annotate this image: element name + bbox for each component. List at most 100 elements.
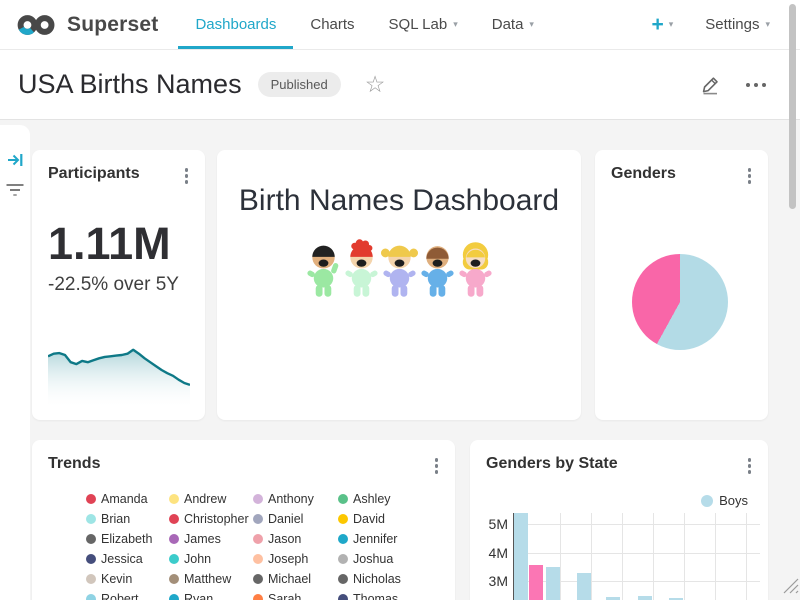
legend-item-anthony[interactable]: Anthony bbox=[253, 492, 314, 506]
nav-item-label: SQL Lab bbox=[389, 16, 448, 33]
legend-dot bbox=[253, 594, 263, 600]
legend-item-jessica[interactable]: Jessica bbox=[86, 552, 143, 566]
legend-item-amanda[interactable]: Amanda bbox=[86, 492, 148, 506]
caret-down-icon: ▾ bbox=[765, 20, 770, 29]
legend-dot bbox=[86, 554, 96, 564]
nav-item-data[interactable]: Data▾ bbox=[475, 0, 551, 49]
resize-handle[interactable] bbox=[781, 576, 800, 596]
legend-dot bbox=[338, 574, 348, 584]
bar-boys[interactable] bbox=[546, 567, 560, 600]
legend-item-john[interactable]: John bbox=[169, 552, 211, 566]
legend-label: Thomas bbox=[353, 592, 398, 600]
legend-item-joseph[interactable]: Joseph bbox=[253, 552, 308, 566]
big-number-subheader: -22.5% over 5Y bbox=[32, 266, 205, 296]
legend-item-elizabeth[interactable]: Elizabeth bbox=[86, 532, 152, 546]
expand-filter-bar-button[interactable] bbox=[6, 151, 24, 169]
y-axis-tick-label: 5M bbox=[482, 516, 508, 532]
gridline bbox=[591, 513, 592, 600]
legend-item-christopher[interactable]: Christopher bbox=[169, 512, 249, 526]
legend-item-jennifer[interactable]: Jennifer bbox=[338, 532, 397, 546]
legend-label: Ashley bbox=[353, 492, 391, 506]
gridline bbox=[684, 513, 685, 600]
legend-item-kevin[interactable]: Kevin bbox=[86, 572, 132, 586]
legend-item-brian[interactable]: Brian bbox=[86, 512, 130, 526]
nav-item-label: Charts bbox=[310, 16, 354, 33]
kid-figure bbox=[457, 238, 494, 300]
legend-label: Anthony bbox=[268, 492, 314, 506]
nav-item-sql-lab[interactable]: SQL Lab ▾ bbox=[372, 0, 475, 49]
legend-item-daniel[interactable]: Daniel bbox=[253, 512, 303, 526]
caret-down-icon: ▾ bbox=[669, 20, 674, 29]
legend-label: Daniel bbox=[268, 512, 303, 526]
legend-item-michael[interactable]: Michael bbox=[253, 572, 311, 586]
legend-item-ryan[interactable]: Ryan bbox=[169, 592, 213, 600]
card-trends: Trends AmandaAndrewAnthonyAshleyBrianChr… bbox=[32, 440, 455, 600]
pie-chart[interactable] bbox=[632, 254, 728, 350]
legend-item-matthew[interactable]: Matthew bbox=[169, 572, 231, 586]
legend-dot bbox=[169, 594, 179, 600]
bar-boys[interactable] bbox=[638, 596, 652, 600]
scrollbar-thumb[interactable] bbox=[789, 4, 796, 209]
resize-grip-icon bbox=[781, 576, 800, 596]
bar-girls[interactable] bbox=[529, 565, 543, 600]
bar-chart: 5M 4M 3M bbox=[470, 440, 768, 600]
nav-item-charts[interactable]: Charts bbox=[293, 0, 371, 49]
legend-item-nicholas[interactable]: Nicholas bbox=[338, 572, 401, 586]
y-axis-tick-label: 3M bbox=[482, 573, 508, 589]
title-actions bbox=[700, 74, 782, 96]
legend-item-andrew[interactable]: Andrew bbox=[169, 492, 226, 506]
y-axis-tick-label: 4M bbox=[482, 545, 508, 561]
card-menu-icon[interactable] bbox=[743, 165, 757, 187]
legend-label: Robert bbox=[101, 592, 139, 600]
legend-item-ashley[interactable]: Ashley bbox=[338, 492, 391, 506]
legend-label: Matthew bbox=[184, 572, 231, 586]
brand-name: Superset bbox=[67, 13, 158, 37]
legend-dot bbox=[253, 494, 263, 504]
gridline bbox=[622, 513, 623, 600]
legend-label: Jason bbox=[268, 532, 301, 546]
legend-label: Kevin bbox=[101, 572, 132, 586]
more-options-icon[interactable] bbox=[744, 79, 768, 91]
legend-label: Jessica bbox=[101, 552, 143, 566]
legend-label: Amanda bbox=[101, 492, 148, 506]
legend-dot bbox=[253, 554, 263, 564]
legend-item-jason[interactable]: Jason bbox=[253, 532, 301, 546]
legend-item-james[interactable]: James bbox=[169, 532, 221, 546]
legend-dot bbox=[86, 494, 96, 504]
legend-dot bbox=[338, 534, 348, 544]
legend-label: Elizabeth bbox=[101, 532, 152, 546]
card-participants: Participants 1.11M -22.5% over 5Y bbox=[32, 150, 205, 420]
gridline bbox=[560, 513, 561, 600]
legend-label: Sarah bbox=[268, 592, 301, 600]
settings-label: Settings bbox=[705, 16, 759, 33]
settings-menu[interactable]: Settings ▾ bbox=[705, 16, 770, 33]
caret-down-icon: ▾ bbox=[453, 20, 458, 29]
legend-item-joshua[interactable]: Joshua bbox=[338, 552, 393, 566]
legend-item-robert[interactable]: Robert bbox=[86, 592, 139, 600]
nav-item-dashboards[interactable]: Dashboards bbox=[178, 0, 293, 49]
legend-item-thomas[interactable]: Thomas bbox=[338, 592, 398, 600]
legend-label: Ryan bbox=[184, 592, 213, 600]
kid-figure bbox=[343, 238, 380, 300]
bar-boys[interactable] bbox=[577, 573, 591, 600]
navbar: Superset Dashboards Charts SQL Lab ▾ Data▾ +… bbox=[0, 0, 800, 50]
new-item-button[interactable]: + ▾ bbox=[651, 14, 673, 35]
favorite-star-icon[interactable]: ☆ bbox=[365, 73, 386, 96]
gridline bbox=[653, 513, 654, 600]
trendline-chart bbox=[48, 342, 190, 407]
brand[interactable]: Superset bbox=[16, 12, 158, 38]
legend-label: Joshua bbox=[353, 552, 393, 566]
legend-label: James bbox=[184, 532, 221, 546]
edit-dashboard-button[interactable] bbox=[700, 74, 722, 96]
legend-dot bbox=[86, 574, 96, 584]
legend-item-sarah[interactable]: Sarah bbox=[253, 592, 301, 600]
legend-dot bbox=[253, 574, 263, 584]
bar-boys[interactable] bbox=[514, 513, 528, 600]
status-badge[interactable]: Published bbox=[258, 72, 341, 97]
legend-dot bbox=[253, 514, 263, 524]
legend-item-david[interactable]: David bbox=[338, 512, 385, 526]
chart-legend: Amanda Andrew Anthony Ashley Brian Christophe… bbox=[32, 440, 455, 600]
legend-label: Jennifer bbox=[353, 532, 397, 546]
card-menu-icon[interactable] bbox=[180, 165, 194, 187]
gridline bbox=[513, 524, 760, 525]
